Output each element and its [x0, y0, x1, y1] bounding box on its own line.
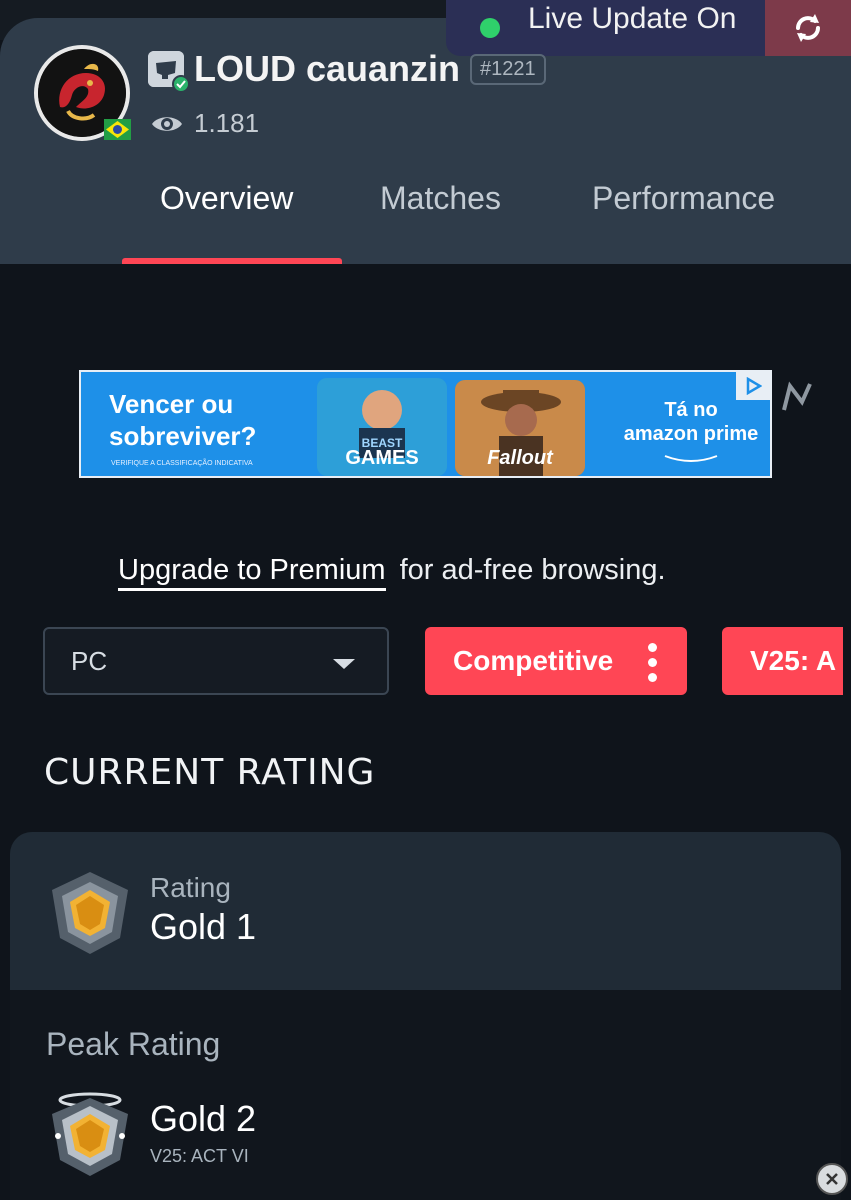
section-title: CURRENT RATING	[44, 752, 376, 793]
ad-card-fallout: Fallout	[455, 380, 585, 476]
season-button-label: V25: A	[750, 645, 837, 676]
ad-headline-line2: sobreviver?	[109, 421, 257, 451]
close-icon[interactable]	[816, 1163, 848, 1195]
ad-headline-line1: Vencer ou	[109, 389, 234, 419]
player-tag: #1221	[470, 53, 546, 85]
rating-card: Rating Gold 1 Peak Rating Gold 2 V25: AC…	[10, 832, 841, 1200]
player-name-row: LOUD cauanzin #1221	[148, 48, 546, 93]
platform-select[interactable]: PC	[43, 627, 389, 695]
verified-check-icon	[172, 75, 190, 93]
amazon-smile-icon	[664, 455, 718, 462]
views-count: 1.181	[194, 108, 260, 138]
tab-overview[interactable]: Overview	[160, 180, 293, 217]
profile-views: 1.181	[150, 108, 259, 139]
tab-matches[interactable]: Matches	[380, 180, 501, 217]
brazil-flag-icon	[104, 119, 131, 140]
ad-choices-icon[interactable]	[736, 372, 770, 400]
gold-peak-rank-icon	[52, 1092, 128, 1176]
tab-performance[interactable]: Performance	[592, 180, 775, 217]
ad-headline: Vencer ou sobreviver?	[109, 388, 256, 452]
gold-rank-icon	[52, 872, 128, 954]
rating-label: Rating	[150, 872, 231, 903]
rating-value: Gold 1	[150, 906, 257, 947]
peak-rating-label: Peak Rating	[46, 1026, 221, 1062]
peak-rating-season: V25: ACT VI	[150, 1146, 249, 1166]
live-status-dot	[480, 18, 500, 38]
platform-select-value: PC	[71, 645, 108, 676]
refresh-icon	[796, 14, 820, 42]
player-name: LOUD cauanzin	[194, 48, 461, 89]
ad-right-line1: Tá no	[664, 399, 718, 421]
upgrade-rest-text: for ad-free browsing.	[399, 554, 666, 586]
profile-tabs: Overview Matches Performance	[0, 180, 851, 230]
ad-network-icon	[780, 380, 814, 419]
mode-button[interactable]: Competitive	[425, 627, 687, 695]
eye-icon	[152, 116, 182, 131]
active-tab-indicator	[122, 258, 342, 264]
ad-banner[interactable]: Vencer ou sobreviver? VERIFIQUE A CLASSI…	[79, 370, 772, 478]
refresh-button[interactable]	[765, 0, 851, 56]
chevron-down-icon	[333, 659, 355, 669]
season-button[interactable]: V25: A	[722, 627, 843, 695]
live-update-label: Live Update On	[528, 2, 737, 35]
current-rating-panel: Rating Gold 1	[10, 832, 841, 990]
ad-fineprint: VERIFIQUE A CLASSIFICAÇÃO INDICATIVA	[111, 460, 253, 467]
ad-card-beast-games: BEAST GAMES	[317, 378, 447, 476]
more-options-icon[interactable]	[648, 643, 657, 682]
ad-prime-text: Tá no amazon prime	[611, 398, 770, 470]
mode-button-label: Competitive	[453, 645, 614, 676]
upgrade-prompt: Upgrade to Premium for ad-free browsing.	[118, 554, 666, 591]
upgrade-premium-link[interactable]: Upgrade to Premium	[118, 554, 386, 591]
peak-rating-value: Gold 2	[150, 1098, 257, 1139]
ad-card1-label: GAMES	[345, 447, 419, 469]
ad-card2-label: Fallout	[487, 447, 553, 469]
riot-fist-icon	[148, 51, 190, 93]
ad-right-line2: amazon prime	[623, 423, 759, 445]
